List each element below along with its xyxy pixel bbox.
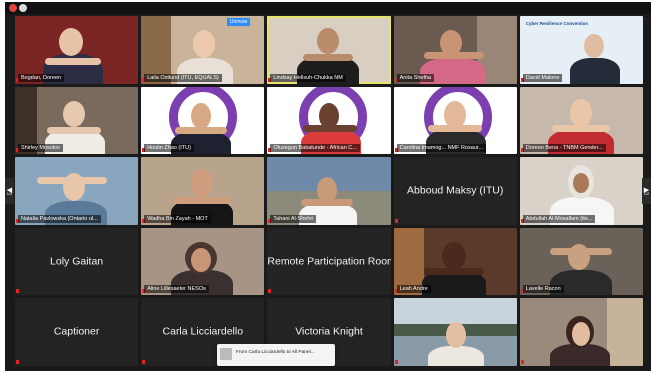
participant-tile[interactable]	[393, 298, 517, 366]
participant-tile-video-off[interactable]: Remote Participation Room L	[267, 227, 391, 296]
window-top-bar	[5, 2, 651, 14]
participant-name: Shirley Mosolos	[18, 144, 63, 153]
participant-display-name: Captioner	[53, 325, 100, 338]
participant-name: Carolina Imamog... NMF Rosaur...	[396, 144, 487, 153]
participant-name: Doreen Bena - TNBM Gender...	[522, 144, 606, 153]
muted-mic-icon	[142, 359, 146, 364]
muted-mic-icon	[394, 218, 398, 223]
participant-name: David Malone	[522, 73, 563, 82]
participant-name: Leah Andre	[396, 285, 431, 294]
video-conference-window: Bogdan, Doreen Unmute Laila Ostlund (ITU…	[5, 2, 651, 371]
chat-notification-text: From Carla Licciardello to All Panel...	[236, 350, 315, 355]
participant-name: Aline Lillesaeter NESOs	[144, 285, 209, 294]
participant-tile-video-off[interactable]: Captioner	[15, 298, 139, 366]
participant-tile[interactable]: Tahani Al-Shehri	[267, 157, 391, 225]
participant-display-name: Carla Licciardello	[162, 325, 244, 338]
participant-tile[interactable]: Olusegun Babatunde - African C...	[267, 86, 391, 155]
participant-tile-active-speaker[interactable]: Lindsay Hellsuh-Chukka NM	[267, 16, 391, 84]
next-page-button[interactable]: ▶ 1/2	[642, 178, 651, 204]
page-indicator-right: 1/2	[643, 191, 650, 196]
participant-tile[interactable]	[519, 298, 643, 366]
participant-tile-video-off[interactable]: Loly Gaitan	[15, 227, 139, 296]
participant-name: Lindsay Hellsuh-Chukka NM	[270, 73, 346, 82]
shared-slide-title: Cyber Resilience Convention	[525, 21, 589, 26]
participant-tile[interactable]: Abdullah Al-Mosallam (ite...	[519, 157, 643, 225]
muted-mic-icon	[16, 359, 19, 364]
muted-mic-icon	[16, 289, 19, 294]
participant-name: Wadha Bin Zayah - MOT	[144, 214, 211, 223]
participant-tile[interactable]: Bogdan, Doreen	[15, 16, 139, 84]
participant-display-name: Abboud Maksy (ITU)	[407, 184, 504, 197]
participant-tile[interactable]: Carolina Imamog... NMF Rosaur...	[393, 86, 517, 155]
participant-tile[interactable]: Wadha Bin Zayah - MOT	[141, 157, 265, 225]
participant-name: Abdullah Al-Mosallam (ite...	[522, 214, 596, 223]
participant-name: Lavelle Racon	[522, 285, 564, 294]
participant-name: Laila Ostlund (ITU, EQUALS)	[144, 73, 222, 82]
muted-mic-icon	[520, 359, 524, 364]
participant-tile[interactable]: Aline Lillesaeter NESOs	[141, 227, 265, 296]
participant-name: Bogdan, Doreen	[18, 73, 65, 82]
participant-display-name: Remote Participation Room L	[267, 254, 390, 267]
close-window-icon[interactable]	[9, 4, 17, 12]
page-indicator-left: 1/2	[6, 191, 13, 196]
participant-tile[interactable]: Lavelle Racon	[519, 227, 643, 296]
minimize-window-icon[interactable]	[19, 4, 27, 12]
participant-tile[interactable]: Anita Shetha	[393, 16, 517, 84]
participant-tile[interactable]: Unmute Laila Ostlund (ITU, EQUALS)	[141, 16, 265, 84]
muted-mic-icon	[268, 289, 272, 294]
participant-tile-video-off[interactable]: Abboud Maksy (ITU)	[393, 157, 517, 225]
participant-tile[interactable]: Leah Andre	[393, 227, 517, 296]
participant-tile[interactable]: Shirley Mosolos	[15, 86, 139, 155]
muted-mic-icon	[394, 359, 398, 364]
participant-display-name: Loly Gaitan	[50, 254, 104, 267]
participant-name: Anita Shetha	[396, 73, 435, 82]
previous-page-button[interactable]: ◀ 1/2	[5, 178, 14, 204]
participant-name: Houlin Zhao (ITU)	[144, 144, 194, 153]
participant-name: Tahani Al-Shehri	[270, 214, 317, 223]
participant-name: Natalia Pavlowska (Ontario ul...	[18, 214, 101, 223]
participant-display-name: Victoria Knight	[295, 325, 363, 338]
chat-notification-toast[interactable]: From Carla Licciardello to All Panel...	[217, 344, 335, 366]
participant-tile[interactable]: Natalia Pavlowska (Ontario ul...	[15, 157, 139, 225]
participant-name: Olusegun Babatunde - African C...	[270, 144, 360, 153]
participant-tile-screen-share[interactable]: Cyber Resilience Convention David Malone	[519, 16, 643, 84]
participant-tile[interactable]: Houlin Zhao (ITU)	[141, 86, 265, 155]
participant-tile[interactable]: Doreen Bena - TNBM Gender...	[519, 86, 643, 155]
gallery-view: Bogdan, Doreen Unmute Laila Ostlund (ITU…	[15, 16, 643, 366]
avatar	[220, 348, 232, 360]
unmute-badge[interactable]: Unmute	[226, 18, 251, 26]
